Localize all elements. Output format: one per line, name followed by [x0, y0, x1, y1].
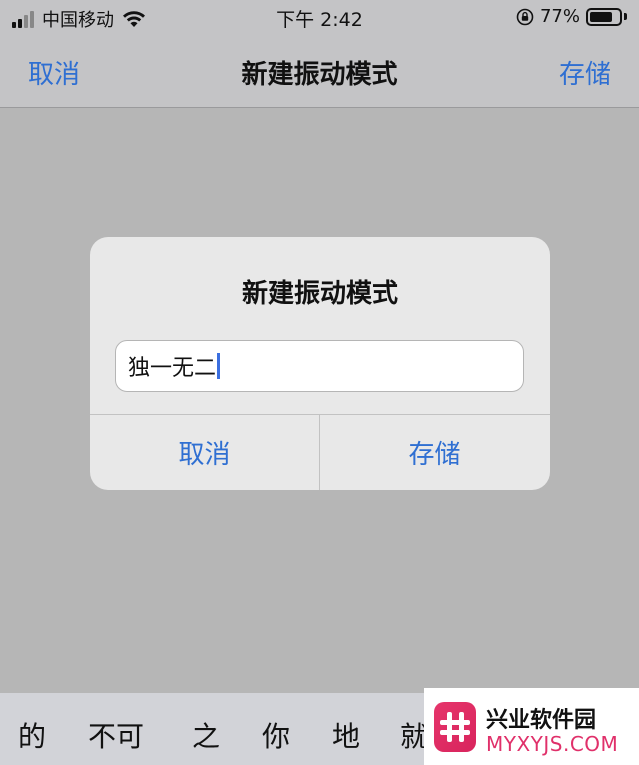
status-right: 77%: [516, 6, 627, 27]
status-bar: 中国移动 下午 2:42 77%: [0, 0, 639, 34]
alert-save-button[interactable]: 存储: [320, 415, 549, 490]
battery-percent: 77%: [539, 6, 580, 27]
nav-title: 新建振动模式: [241, 60, 398, 90]
alert-title: 新建振动模式: [241, 279, 398, 309]
suggestion-item[interactable]: 之: [192, 715, 220, 755]
suggestion-item[interactable]: 的: [18, 715, 46, 755]
pattern-name-value: 独一无二: [128, 356, 217, 381]
new-pattern-alert: 新建振动模式 独一无二 取消 存储: [90, 237, 550, 490]
pattern-name-input[interactable]: 独一无二: [115, 340, 524, 392]
watermark: 兴业软件园 MYXYJS.COM: [424, 688, 639, 765]
battery-tip: [624, 13, 627, 20]
alert-cancel-button[interactable]: 取消: [90, 415, 319, 490]
watermark-name: 兴业软件园: [486, 708, 597, 733]
suggestion-item[interactable]: 地: [332, 715, 360, 755]
suggestion-item[interactable]: 不可: [88, 715, 144, 755]
orientation-lock-icon: [516, 8, 534, 25]
battery-fill: [590, 11, 612, 22]
nav-save-button[interactable]: 存储: [559, 54, 611, 91]
text-caret: [217, 353, 221, 379]
battery-icon: [586, 7, 622, 26]
watermark-url: MYXYJS.COM: [486, 732, 619, 756]
watermark-logo-icon: [434, 702, 476, 752]
suggestion-item[interactable]: 你: [262, 715, 290, 755]
navigation-bar: 取消 新建振动模式 存储: [0, 34, 639, 108]
